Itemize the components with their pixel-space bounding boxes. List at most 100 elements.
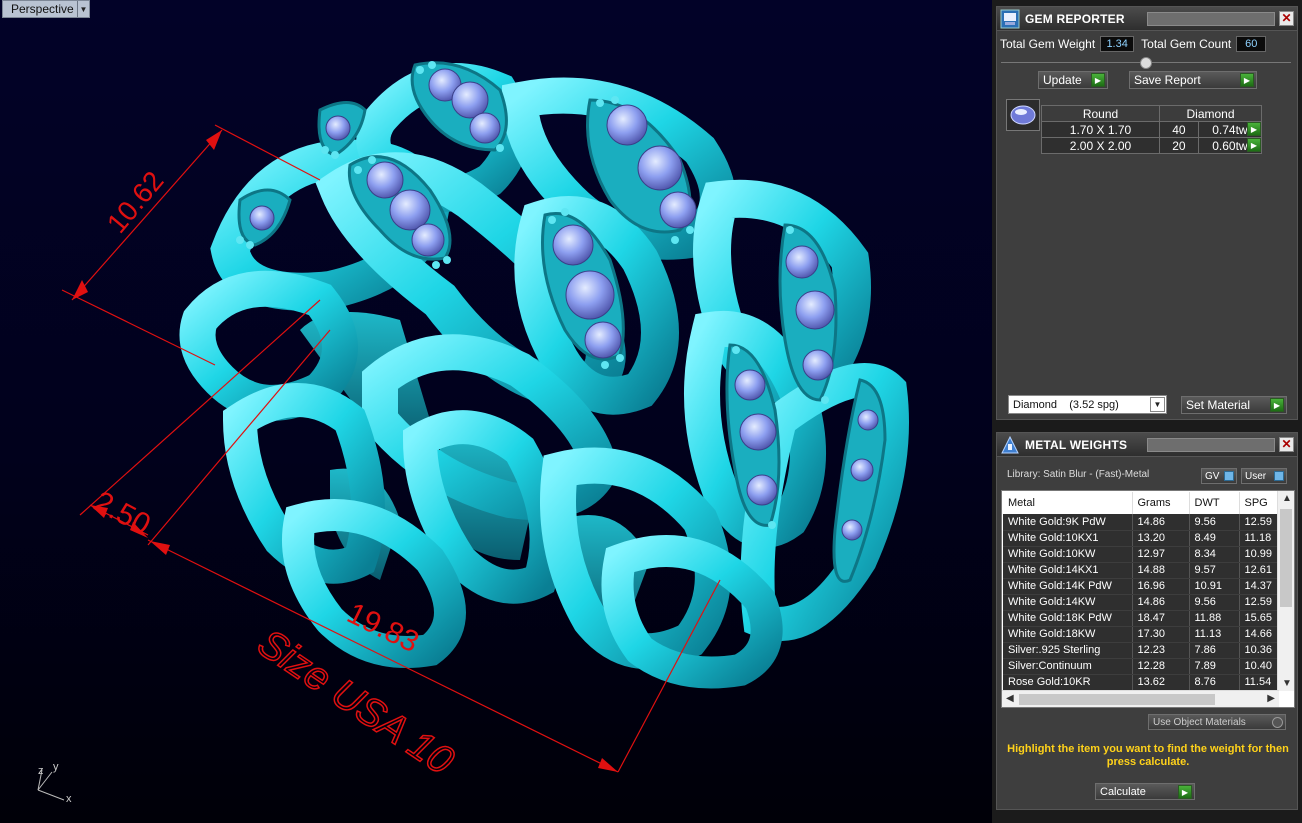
use-object-materials-toggle[interactable]: Use Object Materials (1148, 714, 1286, 730)
chevron-down-icon[interactable]: ▼ (1150, 397, 1165, 412)
metal-spg: 12.59 (1239, 594, 1280, 611)
play-icon: ▶ (1240, 73, 1254, 87)
user-indicator (1274, 471, 1284, 481)
column-header-grams[interactable]: Grams (1132, 492, 1190, 514)
vertical-scrollbar[interactable]: ▲ ▼ (1277, 491, 1294, 691)
gem-count: 40 (1159, 121, 1199, 138)
metal-weights-panel: METAL WEIGHTS ✕ Library: Satin Blur - (F… (996, 432, 1298, 810)
axis-x-label: x (66, 793, 72, 805)
dimension-small-label: 2.50 (89, 485, 156, 542)
metal-grams: 13.20 (1132, 530, 1190, 547)
table-row[interactable]: Silver:Continuum 12.28 7.89 10.40 (1003, 658, 1280, 675)
horizontal-scrollbar[interactable]: ◀ ▶ (1002, 690, 1279, 707)
metal-name: White Gold:14K PdW (1003, 578, 1133, 595)
metal-weights-icon (999, 434, 1021, 456)
close-icon[interactable]: ✕ (1279, 437, 1294, 452)
table-row[interactable]: White Gold:18K PdW 18.47 11.88 15.65 (1003, 610, 1280, 627)
metal-dwt: 9.57 (1189, 562, 1240, 579)
material-select-value: Diamond (3.52 spg) (1013, 398, 1119, 411)
gv-label: GV (1205, 470, 1220, 482)
metal-spg: 15.65 (1239, 610, 1280, 627)
table-row[interactable]: White Gold:10KW 12.97 8.34 10.99 (1003, 546, 1280, 563)
scroll-thumb[interactable] (1019, 694, 1215, 705)
metal-grams: 12.28 (1132, 658, 1190, 675)
slider-thumb[interactable] (1140, 57, 1152, 69)
set-material-button-label: Set Material (1186, 398, 1251, 412)
table-row[interactable]: Silver:.925 Sterling 12.23 7.86 10.36 (1003, 642, 1280, 659)
calculate-hint: Highlight the item you want to find the … (1007, 743, 1289, 768)
table-row[interactable]: White Gold:18KW 17.30 11.13 14.66 (1003, 626, 1280, 643)
table-row[interactable]: Rose Gold:10KR 13.62 8.76 11.54 (1003, 674, 1280, 691)
metal-spg: 14.66 (1239, 626, 1280, 643)
table-row[interactable]: White Gold:14K PdW 16.96 10.91 14.37 (1003, 578, 1280, 595)
perspective-viewport[interactable]: 10.62 2.50 19.83 Size USA 10 x y z Persp… (0, 0, 992, 823)
table-row[interactable]: 2.00 X 2.00 20 0.60tw (1041, 137, 1263, 154)
metal-weights-titlebar[interactable]: METAL WEIGHTS ✕ (997, 433, 1297, 457)
play-icon: ▶ (1270, 398, 1284, 412)
user-label: User (1245, 470, 1267, 482)
gv-indicator (1224, 471, 1234, 481)
metal-weights-table-container[interactable]: Metal Grams DWT SPG White Gold:9K PdW 14.… (1001, 490, 1295, 708)
metal-grams: 17.30 (1132, 626, 1190, 643)
gem-reporter-titlebar[interactable]: GEM REPORTER ✕ (997, 7, 1297, 31)
play-icon[interactable]: ▶ (1247, 122, 1261, 136)
metal-name: White Gold:14KX1 (1003, 562, 1133, 579)
metal-name: White Gold:10KX1 (1003, 530, 1133, 547)
metal-name: White Gold:14KW (1003, 594, 1133, 611)
table-row[interactable]: White Gold:9K PdW 14.86 9.56 12.59 (1003, 514, 1280, 531)
metal-name: Silver:Continuum (1003, 658, 1133, 675)
side-panel: GEM REPORTER ✕ Total Gem Weight 1.34 Tot… (992, 0, 1302, 823)
calculate-button[interactable]: Calculate ▶ (1095, 783, 1195, 800)
viewport-title-dropdown[interactable]: Perspective ▼ (2, 0, 90, 18)
gem-size: 1.70 X 1.70 (1041, 121, 1160, 138)
calculate-button-label: Calculate (1100, 785, 1146, 798)
metal-weights-table: Metal Grams DWT SPG White Gold:9K PdW 14.… (1003, 492, 1280, 691)
gem-count: 20 (1159, 137, 1199, 154)
metal-spg: 10.99 (1239, 546, 1280, 563)
gem-type-header: Diamond (1159, 105, 1262, 122)
column-header-metal[interactable]: Metal (1003, 492, 1133, 514)
titlebar-grip[interactable] (1147, 438, 1275, 452)
total-gem-weight-label: Total Gem Weight (1000, 37, 1096, 51)
update-button[interactable]: Update ▶ (1038, 71, 1108, 89)
gem-shape-header: Round (1041, 105, 1160, 122)
metal-dwt: 8.76 (1189, 674, 1240, 691)
play-icon[interactable]: ▶ (1247, 138, 1261, 152)
table-row[interactable]: White Gold:14KX1 14.88 9.57 12.61 (1003, 562, 1280, 579)
metal-weights-title: METAL WEIGHTS (1025, 437, 1128, 452)
table-row[interactable]: White Gold:10KX1 13.20 8.49 11.18 (1003, 530, 1280, 547)
metal-name: White Gold:9K PdW (1003, 514, 1133, 531)
titlebar-grip[interactable] (1147, 12, 1275, 26)
metal-grams: 13.62 (1132, 674, 1190, 691)
chevron-down-icon[interactable]: ▼ (77, 1, 89, 17)
gem-reporter-title: GEM REPORTER (1025, 11, 1125, 26)
metal-spg: 11.54 (1239, 674, 1280, 691)
gv-toggle[interactable]: GV (1201, 468, 1237, 484)
close-icon[interactable]: ✕ (1279, 11, 1294, 26)
table-row[interactable]: White Gold:14KW 14.86 9.56 12.59 (1003, 594, 1280, 611)
scroll-thumb[interactable] (1280, 509, 1292, 607)
round-diamond-thumbnail (1006, 99, 1040, 131)
scroll-down-icon[interactable]: ▼ (1282, 678, 1292, 689)
metal-grams: 14.86 (1132, 514, 1190, 531)
set-material-button[interactable]: Set Material ▶ (1181, 396, 1287, 414)
scroll-up-icon[interactable]: ▲ (1282, 493, 1292, 504)
scroll-left-icon[interactable]: ◀ (1006, 693, 1014, 704)
column-header-dwt[interactable]: DWT (1189, 492, 1240, 514)
metal-grams: 16.96 (1132, 578, 1190, 595)
save-report-button[interactable]: Save Report ▶ (1129, 71, 1257, 89)
user-toggle[interactable]: User (1241, 468, 1287, 484)
metal-dwt: 10.91 (1189, 578, 1240, 595)
gem-reporter-icon (999, 8, 1021, 30)
total-gem-weight-value: 1.34 (1100, 36, 1135, 52)
metal-dwt: 8.34 (1189, 546, 1240, 563)
metal-name: White Gold:18K PdW (1003, 610, 1133, 627)
gem-table: Round Diamond 1.70 X 1.70 40 0.74tw 2.00… (1041, 105, 1263, 154)
material-select[interactable]: Diamond (3.52 spg) ▼ (1008, 395, 1167, 414)
use-object-materials-label: Use Object Materials (1153, 716, 1246, 728)
column-header-spg[interactable]: SPG (1239, 492, 1280, 514)
metal-spg: 12.61 (1239, 562, 1280, 579)
metal-spg: 14.37 (1239, 578, 1280, 595)
table-row[interactable]: 1.70 X 1.70 40 0.74tw (1041, 121, 1263, 138)
scroll-right-icon[interactable]: ▶ (1267, 693, 1275, 704)
